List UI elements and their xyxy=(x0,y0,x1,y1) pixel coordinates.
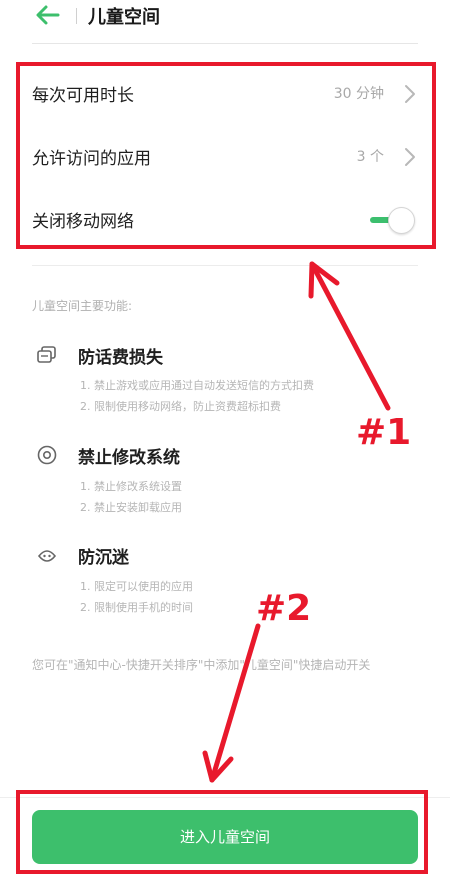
annotation-label-1: #1 xyxy=(356,412,412,453)
highlight-box-enter-button xyxy=(16,790,428,874)
page-title: 儿童空间 xyxy=(88,7,160,28)
feature-title: 防沉迷 xyxy=(78,548,129,568)
feature-line: 2. 禁止安装卸载应用 xyxy=(80,501,182,514)
target-icon xyxy=(37,445,57,465)
arrow-left-icon[interactable] xyxy=(34,4,60,26)
message-icon xyxy=(37,346,56,363)
shortcut-hint: 您可在"通知中心-快捷开关排序"中添加"儿童空间"快捷启动开关 xyxy=(32,658,371,672)
app-header: 儿童空间 xyxy=(0,0,450,38)
features-heading: 儿童空间主要功能: xyxy=(32,299,133,313)
feature-line: 2. 限制使用手机的时间 xyxy=(80,601,193,614)
feature-line: 1. 限定可以使用的应用 xyxy=(80,580,193,593)
face-icon xyxy=(37,550,57,562)
arrow-1 xyxy=(308,261,391,411)
feature-line: 1. 禁止游戏或应用通过自动发送短信的方式扣费 xyxy=(80,379,314,392)
feature-line: 2. 限制使用移动网络，防止资费超标扣费 xyxy=(80,400,281,413)
feature-title: 禁止修改系统 xyxy=(78,448,180,468)
feature-title: 防话费损失 xyxy=(78,348,163,368)
annotation-label-2: #2 xyxy=(256,588,312,629)
header-divider xyxy=(76,8,77,24)
arrow-2 xyxy=(202,623,261,783)
feature-line: 1. 禁止修改系统设置 xyxy=(80,480,182,493)
header-divider-line xyxy=(32,43,418,44)
highlight-box-settings xyxy=(16,62,436,249)
section-divider xyxy=(32,265,418,266)
